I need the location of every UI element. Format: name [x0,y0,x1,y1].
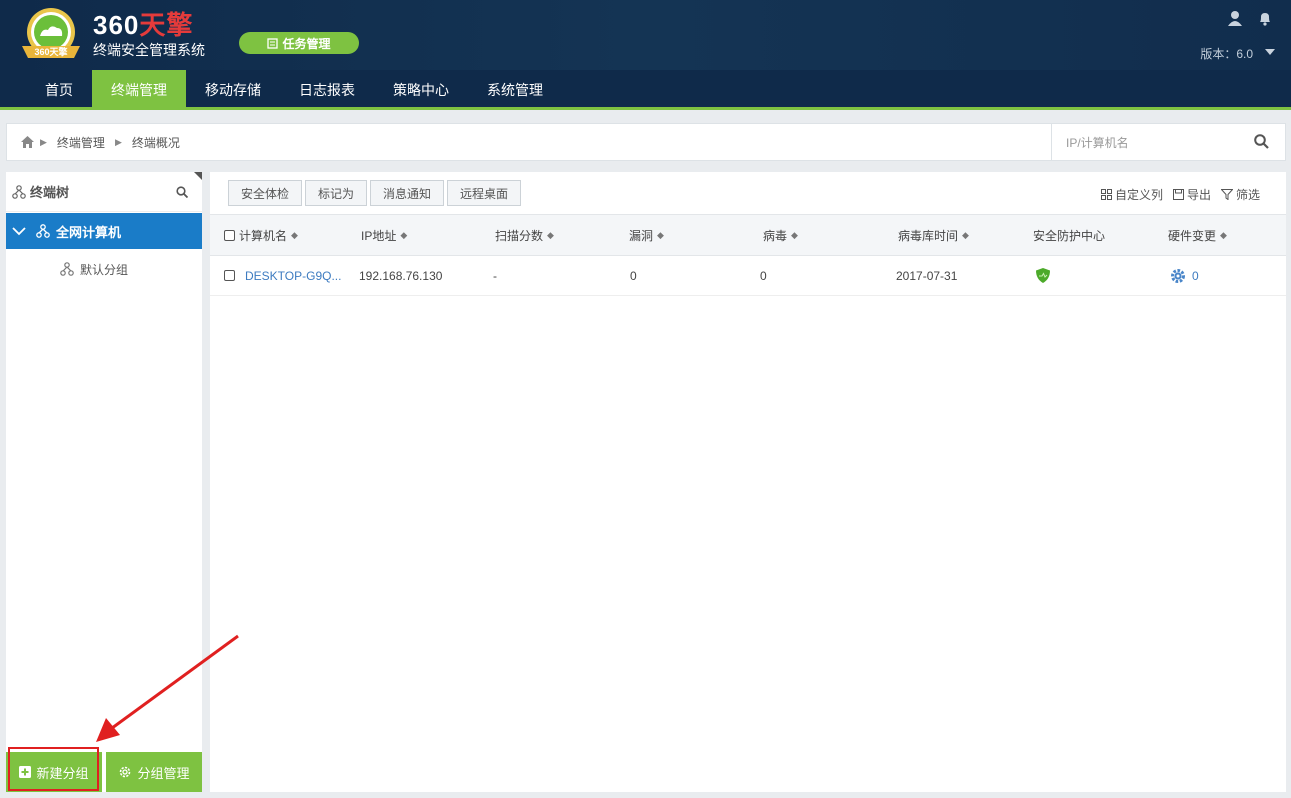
chevron-down-icon[interactable] [12,226,26,236]
filter-icon [1220,189,1233,200]
user-icon[interactable] [1227,10,1243,26]
badge-text: 360天擎 [34,46,67,57]
grid-icon [1100,189,1112,200]
sort-icon: ◆ [400,229,408,240]
breadcrumb-separator-icon: ▶ [40,136,47,147]
computer-name-link[interactable]: DESKTOP-G9Q... [245,269,341,283]
sort-icon: ◆ [1220,229,1227,240]
terminal-list-panel: 安全体检 标记为 消息通知 远程桌面 自定义列 导出 筛选 计算机名 ◆ IP地址… [210,172,1286,792]
virus-cell: 0 [760,268,767,283]
search-icon[interactable] [176,186,188,198]
brand-prefix: 360 [93,10,140,40]
virus-db-time-cell: 2017-07-31 [896,268,958,283]
shield-icon[interactable] [1036,268,1050,283]
chevron-down-icon[interactable] [1265,48,1275,56]
gear-icon [120,766,131,778]
breadcrumb-item-overview: 终端概况 [131,135,180,150]
table-row: DESKTOP-G9Q... 192.168.76.130 - 0 0 2017… [210,256,1286,296]
nav-home[interactable]: 首页 [26,70,92,110]
search-placeholder: IP/计算机名 [1066,135,1129,150]
home-icon[interactable] [21,136,34,148]
group-management-button[interactable]: 分组管理 [102,752,202,792]
sort-icon: ◆ [962,229,969,240]
group-management-label: 分组管理 [137,765,190,781]
column-virus-db-time[interactable]: 病毒库时间 ◆ [898,215,969,255]
protection-cell [1036,256,1050,295]
column-ip[interactable]: IP地址 ◆ [361,215,407,255]
app-header: 360天擎 360天擎 终端安全管理系统 任务管理 版本：6.0 [0,0,1291,70]
gear-icon [1171,268,1185,283]
bell-icon[interactable] [1257,10,1273,26]
column-label: IP地址 [361,228,397,243]
hardware-change-count[interactable]: 0 [1192,269,1199,283]
nav-system-management[interactable]: 系统管理 [468,70,562,110]
tree-icon [36,224,50,238]
customize-columns-button[interactable]: 自定义列 [1100,186,1163,203]
nav-terminal-management[interactable]: 终端管理 [92,70,186,110]
remote-desktop-button[interactable]: 远程桌面 [447,180,522,206]
nav-mobile-storage[interactable]: 移动存储 [186,70,280,110]
tree-title: 终端树 [30,185,70,200]
tree-icon [12,184,26,199]
customize-label: 自定义列 [1114,188,1163,202]
tree-root-label: 全网计算机 [56,224,122,240]
tree-header: 终端树 [6,172,202,212]
column-label: 安全防护中心 [1033,228,1106,243]
panel-corner-marker [194,172,202,180]
brand-logo: 360天擎 终端安全管理系统 [93,12,205,60]
sort-icon: ◆ [791,229,798,240]
column-label: 病毒库时间 [898,228,959,243]
sort-icon: ◆ [657,229,664,240]
version-label: 版本：6.0 [1200,47,1253,61]
tree-item-default-group[interactable]: 默认分组 [6,249,202,289]
hardware-change-cell[interactable]: 0 [1170,256,1199,295]
export-label: 导出 [1186,188,1211,202]
search-input[interactable]: IP/计算机名 [1051,124,1285,160]
score-cell: - [493,268,497,283]
filter-button[interactable]: 筛选 [1220,186,1260,203]
main-nav: 首页 终端管理 移动存储 日志报表 策略中心 系统管理 [0,70,1291,110]
ip-cell: 192.168.76.130 [359,268,443,283]
logo-badge: 360天擎 [16,6,86,62]
column-scan-score[interactable]: 扫描分数 ◆ [495,215,554,255]
column-label: 漏洞 [629,228,654,243]
task-management-button[interactable]: 任务管理 [239,32,359,54]
tree-icon [60,262,74,276]
column-computer-name[interactable]: 计算机名 ◆ [224,215,298,255]
breadcrumb-item-terminal[interactable]: 终端管理 [57,134,105,151]
brand-subtitle: 终端安全管理系统 [93,42,205,58]
breadcrumb: ▶ 终端管理 ▶ 终端概况 IP/计算机名 [6,123,1286,161]
table-header: 计算机名 ◆ IP地址 ◆ 扫描分数 ◆ 漏洞 ◆ 病毒 ◆ 病毒库时间 ◆ 安全防护中心 … [210,214,1286,256]
task-button-label: 任务管理 [282,36,331,51]
terminal-tree-panel: 终端树 全网计算机 默认分组 新建分组 分组管理 [6,172,202,792]
column-virus[interactable]: 病毒 ◆ [763,215,798,255]
security-check-button[interactable]: 安全体检 [228,180,303,206]
column-label: 计算机名 [239,228,288,243]
tree-child-label: 默认分组 [80,262,129,277]
tree-item-all-computers[interactable]: 全网计算机 [6,213,202,249]
search-icon[interactable] [1254,134,1269,149]
column-vulnerability[interactable]: 漏洞 ◆ [629,215,664,255]
sort-icon: ◆ [291,229,298,240]
brand-suffix: 天擎 [139,10,194,40]
column-label: 硬件变更 [1168,228,1217,243]
row-checkbox[interactable] [224,270,235,281]
select-all-checkbox[interactable] [224,229,235,241]
column-label: 病毒 [763,228,788,243]
message-notify-button[interactable]: 消息通知 [370,180,445,206]
column-hardware-change[interactable]: 硬件变更 ◆ [1168,215,1227,255]
save-icon [1172,189,1184,200]
vulnerability-cell: 0 [630,268,637,283]
nav-policy-center[interactable]: 策略中心 [374,70,468,110]
annotation-highlight-box [8,747,99,791]
column-label: 扫描分数 [495,228,544,243]
column-protection-center: 安全防护中心 [1033,215,1105,255]
export-button[interactable]: 导出 [1172,186,1211,203]
list-icon [267,37,279,49]
filter-label: 筛选 [1235,188,1260,202]
sort-icon: ◆ [547,229,554,240]
breadcrumb-separator-icon: ▶ [114,136,122,147]
mark-as-button[interactable]: 标记为 [305,180,368,206]
nav-log-reports[interactable]: 日志报表 [280,70,374,110]
